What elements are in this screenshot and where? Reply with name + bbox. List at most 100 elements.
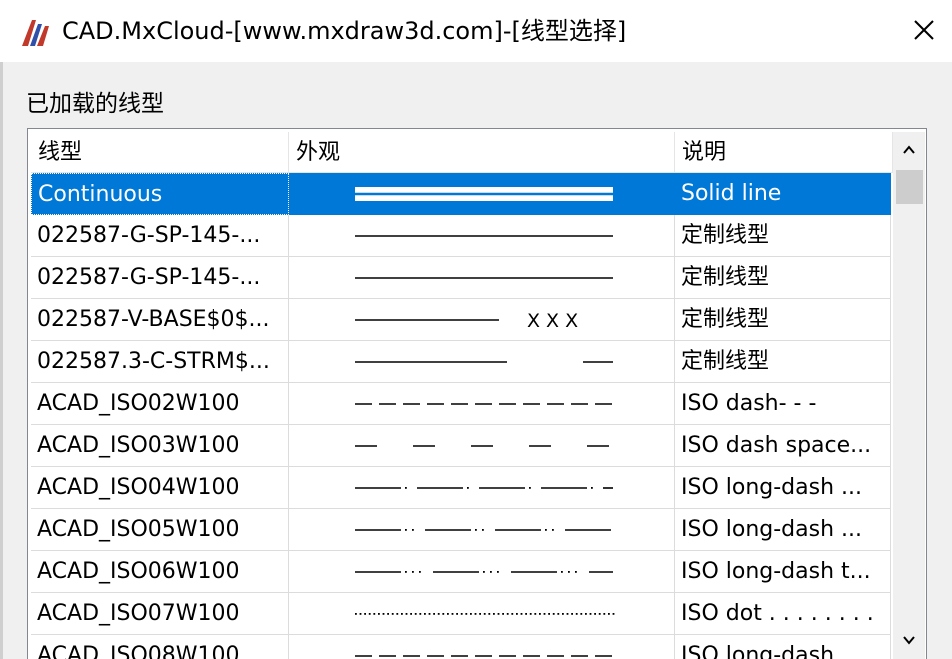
table-row[interactable]: ACAD_ISO08W100 ISO long-dash ... xyxy=(31,635,891,659)
linetype-appearance-cell[interactable] xyxy=(289,383,675,425)
linetype-preview: X X X xyxy=(355,310,578,332)
linetype-appearance-cell[interactable] xyxy=(289,635,675,659)
linetype-appearance-cell[interactable] xyxy=(289,215,675,257)
linetype-description-cell[interactable]: 定制线型 xyxy=(675,299,891,341)
linetype-name-cell[interactable]: ACAD_ISO04W100 xyxy=(31,467,289,509)
column-header-appearance[interactable]: 外观 xyxy=(289,132,675,172)
linetype-dot xyxy=(591,487,593,489)
column-header-description[interactable]: 说明 xyxy=(675,132,893,172)
linetype-dot xyxy=(437,613,440,615)
linetype-name-cell[interactable]: ACAD_ISO06W100 xyxy=(31,551,289,593)
linetype-symbols: X X X xyxy=(527,310,578,332)
linetype-description-cell[interactable]: ISO long-dash ... xyxy=(675,467,891,509)
table-row[interactable]: Continuous Solid line xyxy=(31,173,891,215)
linetype-dot xyxy=(552,613,555,615)
linetype-appearance-cell[interactable] xyxy=(289,551,675,593)
column-header-row: 线型 外观 说明 xyxy=(31,132,893,173)
table-row[interactable]: 022587.3-C-STRM$... 定制线型 xyxy=(31,341,891,383)
linetype-dot xyxy=(470,613,472,615)
linetype-name-cell[interactable]: ACAD_ISO02W100 xyxy=(31,383,289,425)
table-row[interactable]: ACAD_ISO05W100 ISO long-dash ... xyxy=(31,509,891,551)
linetype-dot xyxy=(529,487,531,489)
linetype-name-cell[interactable]: ACAD_ISO07W100 xyxy=(31,593,289,635)
scroll-up-button[interactable] xyxy=(893,134,925,166)
loaded-linetypes-label: 已加载的线型 xyxy=(26,91,164,117)
linetype-dot xyxy=(451,613,454,615)
table-row[interactable]: ACAD_ISO06W100 ISO long-dash t... xyxy=(31,551,891,593)
linetype-preview xyxy=(355,613,615,615)
linetype-appearance-cell[interactable] xyxy=(289,341,675,383)
column-header-linetype[interactable]: 线型 xyxy=(31,132,289,172)
vertical-scrollbar[interactable] xyxy=(893,132,925,659)
close-icon xyxy=(914,20,934,40)
linetype-list[interactable]: 线型 外观 说明 Continuous Solid line 022587-G-SP… xyxy=(27,128,927,659)
close-button[interactable] xyxy=(902,8,946,52)
table-row[interactable]: ACAD_ISO07W100 ISO dot . . . . . . . . xyxy=(31,593,891,635)
table-row[interactable]: ACAD_ISO04W100 ISO long-dash ... xyxy=(31,467,891,509)
linetype-dot xyxy=(543,613,546,615)
linetype-description-cell[interactable]: 定制线型 xyxy=(675,341,891,383)
linetype-description-cell[interactable]: ISO dash- - - xyxy=(675,383,891,425)
linetype-dot xyxy=(467,487,469,489)
linetype-name-cell[interactable]: 022587-V-BASE$0$... xyxy=(31,299,289,341)
linetype-dot xyxy=(479,613,481,615)
linetype-name-cell[interactable]: ACAD_ISO08W100 xyxy=(31,635,289,659)
linetype-preview xyxy=(355,655,612,657)
linetype-appearance-cell[interactable] xyxy=(289,173,675,215)
linetype-dot xyxy=(405,613,408,615)
linetype-appearance-cell[interactable] xyxy=(289,257,675,299)
linetype-preview xyxy=(355,571,613,573)
linetype-preview xyxy=(355,361,613,363)
linetype-dot xyxy=(557,613,560,615)
linetype-appearance-cell[interactable] xyxy=(289,593,675,635)
linetype-description-cell[interactable]: ISO long-dash t... xyxy=(675,551,891,593)
scroll-thumb[interactable] xyxy=(896,170,923,204)
linetype-appearance-cell[interactable]: X X X xyxy=(289,299,675,341)
linetype-dot xyxy=(561,571,563,573)
linetype-description-cell[interactable]: 定制线型 xyxy=(675,257,891,299)
table-row[interactable]: 022587-G-SP-145-... 定制线型 xyxy=(31,215,891,257)
linetype-dot xyxy=(552,529,554,531)
linetype-dot xyxy=(447,613,449,615)
table-row[interactable]: ACAD_ISO03W100 ISO dash space... xyxy=(31,425,891,467)
chevron-down-icon xyxy=(903,636,915,645)
linetype-dot xyxy=(382,613,385,615)
linetype-dot xyxy=(387,613,389,615)
linetype-appearance-cell[interactable] xyxy=(289,509,675,551)
linetype-appearance-cell[interactable] xyxy=(289,467,675,509)
linetype-name-cell[interactable]: ACAD_ISO03W100 xyxy=(31,425,289,467)
linetype-dot xyxy=(594,613,596,615)
linetype-dot xyxy=(419,571,421,573)
linetype-name-cell[interactable]: 022587.3-C-STRM$... xyxy=(31,341,289,383)
linetype-dot xyxy=(483,571,485,573)
linetype-dot xyxy=(490,571,492,573)
linetype-description-cell[interactable]: 定制线型 xyxy=(675,215,891,257)
linetype-dot xyxy=(364,613,366,615)
linetype-dot xyxy=(502,613,504,615)
linetype-description-cell[interactable]: ISO dot . . . . . . . . xyxy=(675,593,891,635)
title-bar[interactable]: CAD.MxCloud-[www.mxdraw3d.com]-[线型选择] xyxy=(0,0,952,62)
linetype-name-cell[interactable]: 022587-G-SP-145-... xyxy=(31,215,289,257)
linetype-description-cell[interactable]: ISO dash space... xyxy=(675,425,891,467)
linetype-dot xyxy=(571,613,573,615)
table-row[interactable]: ACAD_ISO02W100 ISO dash- - - xyxy=(31,383,891,425)
linetype-description-cell[interactable]: ISO long-dash ... xyxy=(675,635,891,659)
linetype-dot xyxy=(465,613,468,615)
scroll-down-button[interactable] xyxy=(893,624,925,656)
linetype-dot xyxy=(520,613,523,615)
linetype-description-cell[interactable]: Solid line xyxy=(675,173,891,215)
linetype-description-cell[interactable]: ISO long-dash ... xyxy=(675,509,891,551)
linetype-name-cell[interactable]: ACAD_ISO05W100 xyxy=(31,509,289,551)
linetype-dot xyxy=(456,613,458,615)
linetype-name-cell[interactable]: Continuous xyxy=(31,173,289,215)
table-row[interactable]: 022587-G-SP-145-... 定制线型 xyxy=(31,257,891,299)
linetype-appearance-cell[interactable] xyxy=(289,425,675,467)
table-row[interactable]: 022587-V-BASE$0$... X X X 定制线型 xyxy=(31,299,891,341)
linetype-name-cell[interactable]: 022587-G-SP-145-... xyxy=(31,257,289,299)
linetype-dot xyxy=(603,613,606,615)
linetype-dot xyxy=(483,613,486,615)
window-title: CAD.MxCloud-[www.mxdraw3d.com]-[线型选择] xyxy=(62,17,627,45)
linetype-dot xyxy=(534,613,537,615)
linetype-preview xyxy=(355,187,613,201)
linetype-dot xyxy=(612,613,615,615)
